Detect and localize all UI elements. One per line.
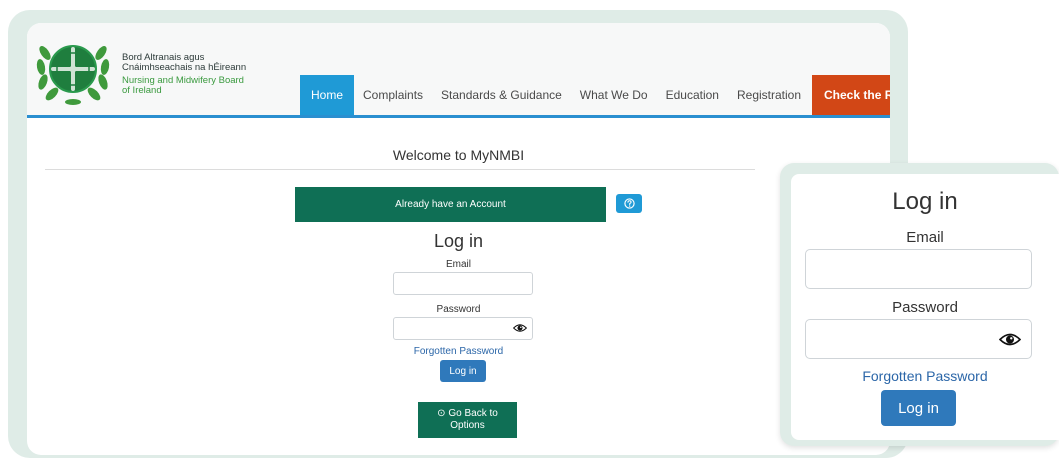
zoom-password-label: Password <box>892 299 958 316</box>
zoom-password-field[interactable] <box>805 319 1032 359</box>
screenshot-stage: Bord Altranais agus Cnáimhseachais na hÉ… <box>0 0 1059 459</box>
nav-complaints[interactable]: Complaints <box>354 75 432 115</box>
nmbi-crest-icon[interactable] <box>33 31 113 109</box>
brand-irish-line-2: Cnáimhseachais na hÉireann <box>122 62 247 73</box>
login-heading: Log in <box>433 231 484 251</box>
page-title: Welcome to MyNMBI <box>392 147 525 163</box>
nav-standards-guidance[interactable]: Standards & Guidance <box>432 75 571 115</box>
nav-registration[interactable]: Registration <box>728 75 810 115</box>
email-field[interactable] <box>393 272 533 295</box>
zoom-login-heading: Log in <box>892 188 958 215</box>
password-label: Password <box>436 304 481 315</box>
help-button[interactable] <box>616 194 642 213</box>
login-zoom-callout: Log in Email Password Forgotten Password… <box>780 163 1059 446</box>
login-button[interactable]: Log in <box>440 360 486 382</box>
go-back-text: Go Back to <box>448 408 498 419</box>
eye-icon[interactable] <box>513 322 527 334</box>
go-back-line-1: ⊙ Go Back to <box>437 408 498 420</box>
go-back-line-2: Options <box>450 420 485 431</box>
site-header: Bord Altranais agus Cnáimhseachais na hÉ… <box>27 23 890 118</box>
zoom-email-label: Email <box>906 229 944 246</box>
forgotten-password-link[interactable]: Forgotten Password <box>27 346 890 357</box>
brand-english-line-2: of Ireland <box>122 85 162 96</box>
zoom-login-button[interactable]: Log in <box>881 390 956 426</box>
nav-home[interactable]: Home <box>300 75 355 115</box>
nav-what-we-do[interactable]: What We Do <box>571 75 657 115</box>
zoom-forgotten-password-link[interactable]: Forgotten Password <box>791 368 1059 384</box>
check-register-button[interactable]: Check the Register <box>812 75 890 115</box>
circle-arrow-icon: ⊙ <box>437 408 446 419</box>
eye-icon[interactable] <box>999 331 1021 348</box>
password-field[interactable] <box>393 317 533 340</box>
login-zoom-panel: Log in Email Password Forgotten Password… <box>791 174 1059 440</box>
question-circle-icon <box>623 198 635 209</box>
main-nav: Home Complaints Standards & Guidance Wha… <box>300 75 890 115</box>
nav-education[interactable]: Education <box>657 75 728 115</box>
email-label: Email <box>445 259 471 270</box>
nmbi-login-page: Bord Altranais agus Cnáimhseachais na hÉ… <box>27 23 890 455</box>
title-divider <box>45 169 755 170</box>
zoom-email-field[interactable] <box>805 249 1032 289</box>
go-back-button[interactable]: ⊙ Go Back to Options <box>418 402 517 438</box>
already-have-account-button[interactable]: Already have an Account <box>295 187 606 222</box>
